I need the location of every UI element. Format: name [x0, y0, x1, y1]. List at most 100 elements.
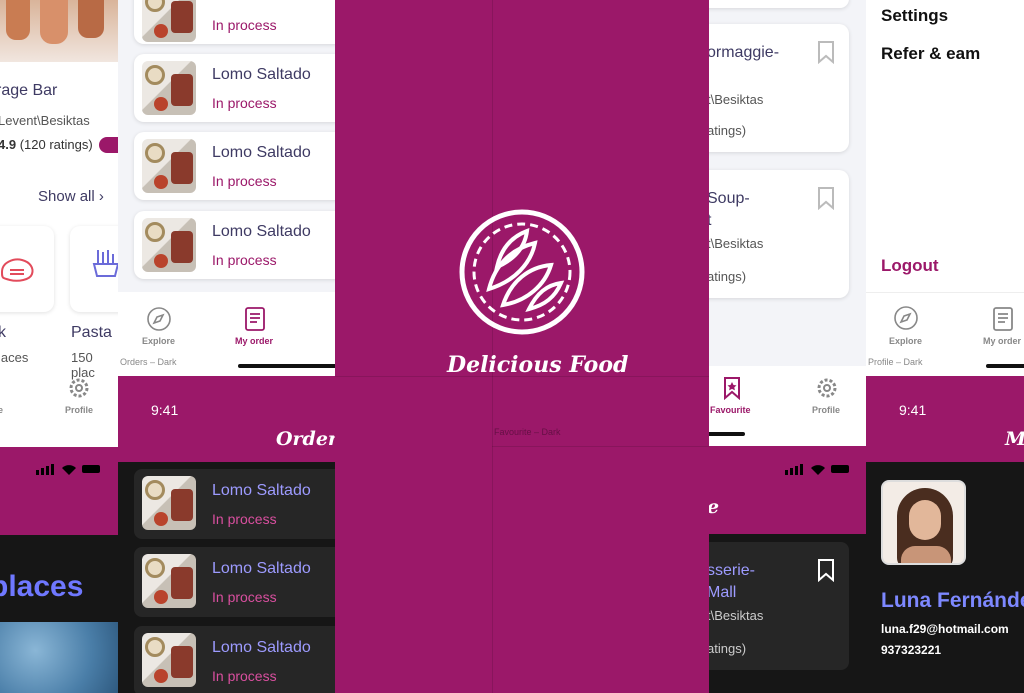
order-card[interactable]: In process [134, 0, 335, 44]
order-status: In process [212, 17, 277, 33]
nav-explore-label[interactable]: Explore [889, 336, 922, 346]
bookmark-icon[interactable] [817, 558, 835, 582]
dark-order-card[interactable]: Lomo Saltado In process [134, 547, 335, 617]
order-card[interactable]: Lomo Saltado In process [134, 54, 335, 122]
favourite-name: sserie- [709, 562, 756, 579]
order-name: Lomo Saltado [212, 144, 311, 161]
favourite-name-line2: Mall [709, 584, 737, 601]
logout-button[interactable]: Logout [881, 256, 939, 276]
order-thumbnail [142, 61, 196, 115]
orders-panel: In process Lomo Saltado In process Lomo … [118, 0, 335, 693]
category-label-pasta: Pasta [71, 324, 112, 341]
bookmark-icon[interactable] [817, 40, 835, 64]
order-thumbnail [142, 139, 196, 193]
bookmark-star-icon[interactable] [723, 376, 741, 400]
bookmark-icon[interactable] [817, 186, 835, 210]
home-indicator [709, 432, 745, 436]
status-icons [785, 464, 849, 475]
brand-name: Delicious Food [447, 352, 629, 378]
nav-my-order-label[interactable]: My order [983, 336, 1021, 346]
user-name: Luna Fernánde [881, 589, 1024, 612]
home-indicator [986, 364, 1024, 368]
steak-icon [0, 258, 34, 282]
order-name: Lomo Saltado [212, 560, 311, 577]
order-name: Lomo Saltado [212, 66, 311, 83]
nav-my-order-label[interactable]: My order [235, 336, 273, 346]
favourite-card-partial[interactable] [709, 0, 849, 8]
favourite-badge[interactable] [99, 137, 118, 153]
favourite-name: ormaggie- [709, 44, 780, 61]
order-status: In process [212, 668, 277, 684]
order-card[interactable]: Lomo Saltado In process [134, 211, 335, 279]
hero-food-image [0, 0, 118, 62]
order-status: In process [212, 252, 277, 268]
favourite-name: Soup- [709, 190, 750, 207]
order-thumbnail [142, 633, 196, 687]
order-card[interactable]: Lomo Saltado In process [134, 132, 335, 200]
status-icons [36, 464, 100, 475]
nav-home-label[interactable]: e [0, 405, 3, 415]
favourite-ratings: atings) [709, 269, 747, 284]
nav-explore-label[interactable]: Explore [142, 336, 175, 346]
compass-icon[interactable] [893, 305, 919, 331]
dark-favourite-card[interactable]: sserie- Mall t\Besiktas atings) [709, 542, 849, 670]
home-indicator [238, 364, 335, 368]
order-name: Lomo Saltado [212, 482, 311, 499]
order-thumbnail [142, 476, 196, 530]
category-card-pasta[interactable] [70, 226, 118, 312]
orders-dark-header: 9:41 Orders [118, 376, 335, 462]
category-card-meat[interactable] [0, 226, 54, 312]
favourite-card[interactable]: Soup- t t\Besiktas atings) [709, 170, 849, 298]
compass-icon[interactable] [146, 306, 172, 332]
user-email: luna.f29@hotmail.com [881, 622, 1009, 636]
order-status: In process [212, 511, 277, 527]
profile-panel: Settings Refer & eam Logout Explore My o… [866, 0, 1024, 693]
favourite-card[interactable]: ormaggie- t\Besiktas atings) [709, 24, 849, 152]
place-title[interactable]: rage Bar [0, 82, 57, 100]
status-time: 9:41 [899, 402, 927, 418]
show-all-link[interactable]: Show all › [38, 188, 104, 205]
favourite-ratings: atings) [709, 123, 747, 138]
order-thumbnail [142, 554, 196, 608]
nav-profile-label[interactable]: Profile [65, 405, 93, 415]
favourite-name-line2: t [709, 212, 712, 229]
nav-profile-label[interactable]: Profile [812, 405, 840, 415]
order-receipt-icon[interactable] [244, 306, 266, 332]
rating-count: (120 ratings) [19, 137, 93, 152]
dark-order-card[interactable]: Lomo Saltado In process [134, 469, 335, 539]
pasta-icon [92, 250, 118, 277]
gear-icon[interactable] [67, 376, 91, 400]
favourite-ratings: atings) [709, 641, 747, 656]
order-name: Lomo Saltado [212, 639, 311, 656]
place-image[interactable] [0, 622, 118, 693]
gear-icon[interactable] [815, 376, 839, 400]
favourites-dark-title: e [709, 496, 719, 518]
rating-value: 4.9 [0, 137, 17, 152]
dark-places-heading: places [0, 570, 84, 603]
order-status: In process [212, 95, 277, 111]
nav-favourite-label[interactable]: Favourite [710, 405, 751, 415]
profile-dark-title: M [1005, 428, 1024, 450]
favourite-address: t\Besiktas [709, 608, 764, 623]
order-name: Lomo Saltado [212, 223, 311, 240]
frame-caption: Profile – Dark [868, 357, 923, 367]
place-address: Levent\Besiktas [0, 113, 90, 128]
status-bar-dark [0, 447, 118, 535]
order-thumbnail [142, 218, 196, 272]
menu-refer[interactable]: Refer & eam [881, 44, 980, 64]
frame-caption: Orders – Dark [120, 357, 177, 367]
favourite-address: t\Besiktas [709, 92, 764, 107]
favourite-address: t\Besiktas [709, 236, 764, 251]
avatar[interactable] [881, 480, 966, 565]
order-status: In process [212, 173, 277, 189]
favourites-panel: ormaggie- t\Besiktas atings) Soup- t t\B… [709, 0, 866, 693]
dark-order-card[interactable]: Lomo Saltado In process [134, 626, 335, 693]
chevron-right-icon: › [98, 188, 104, 205]
favourites-dark-header: e [709, 446, 866, 534]
category-label-meat: k [0, 324, 6, 341]
order-receipt-icon[interactable] [992, 306, 1014, 332]
frame-caption: Favourite – Dark [494, 427, 561, 437]
menu-settings[interactable]: Settings [881, 6, 948, 26]
orders-dark-title: Orders [276, 428, 335, 450]
leaf-bowl-logo-icon [459, 209, 585, 335]
